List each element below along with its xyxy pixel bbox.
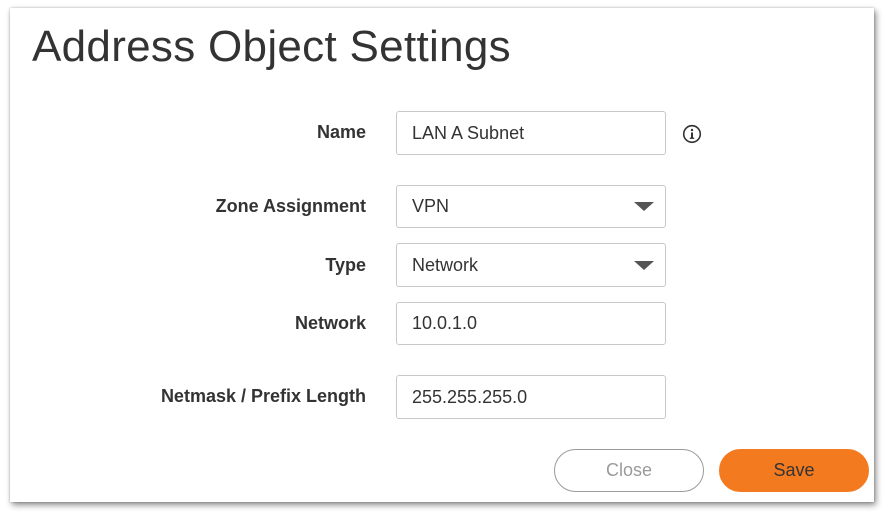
type-label: Type [325, 255, 366, 275]
name-value: LAN A Subnet [412, 122, 525, 143]
dialog-title: Address Object Settings [32, 22, 511, 71]
address-object-dialog: Address Object Settings Name LAN A Subne… [10, 8, 874, 502]
network-value: 10.0.1.0 [412, 313, 478, 333]
info-icon[interactable] [682, 124, 702, 144]
zone-assignment-label: Zone Assignment [215, 196, 366, 216]
chevron-down-icon [634, 202, 654, 211]
zone-assignment-select[interactable]: VPN [396, 185, 666, 228]
netmask-label: Netmask / Prefix Length [160, 386, 366, 406]
name-label: Name [316, 122, 366, 142]
zone-assignment-value: VPN [412, 196, 450, 216]
close-button[interactable]: Close [554, 449, 704, 492]
name-input[interactable]: LAN A Subnet [396, 111, 666, 155]
network-label: Network [294, 313, 366, 333]
type-select[interactable]: Network [396, 243, 666, 287]
netmask-value: 255.255.255.0 [412, 386, 528, 407]
type-value: Network [412, 254, 479, 275]
chevron-down-icon [634, 260, 654, 270]
netmask-input[interactable]: 255.255.255.0 [396, 375, 666, 419]
network-input[interactable]: 10.0.1.0 [396, 302, 666, 345]
save-button[interactable]: Save [719, 449, 869, 492]
